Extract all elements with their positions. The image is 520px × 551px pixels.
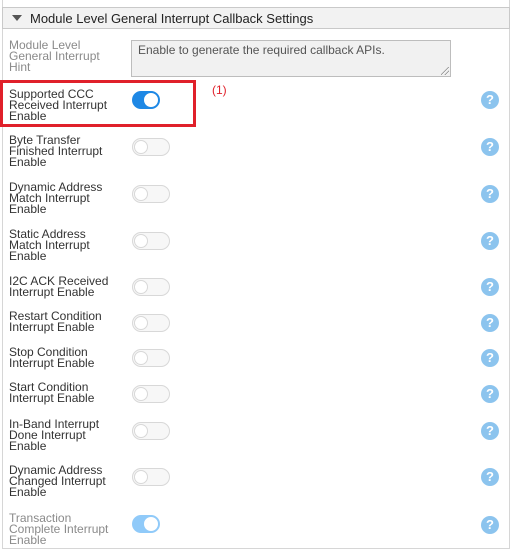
toggle-transaction-complete: [132, 515, 160, 533]
highlight-box: [0, 80, 196, 127]
toggle-knob: [134, 280, 148, 294]
toggle-knob: [134, 387, 148, 401]
hint-label: Module Level General Interrupt Hint: [9, 38, 100, 74]
label-in-band-interrupt-done: In-Band Interrupt Done Interrupt Enable: [9, 417, 100, 453]
toggle-knob: [134, 424, 148, 438]
collapse-caret-icon[interactable]: [12, 15, 22, 21]
help-icon[interactable]: ?: [481, 232, 499, 250]
label-dynamic-address-changed: Dynamic Address Changed Interrupt Enable: [9, 463, 106, 499]
label-i2c-ack-received: I2C ACK Received Interrupt Enable: [9, 274, 109, 299]
help-icon[interactable]: ?: [481, 422, 499, 440]
annotation-marker: (1): [212, 83, 227, 97]
help-icon[interactable]: ?: [481, 91, 499, 109]
hint-textarea[interactable]: Enable to generate the required callback…: [131, 40, 451, 77]
section-title: Module Level General Interrupt Callback …: [30, 10, 314, 26]
help-icon[interactable]: ?: [481, 516, 499, 534]
help-icon[interactable]: ?: [481, 349, 499, 367]
toggle-knob: [134, 316, 148, 330]
hint-text: Enable to generate the required callback…: [138, 43, 385, 57]
help-icon[interactable]: ?: [481, 314, 499, 332]
resize-grip-icon[interactable]: [441, 67, 449, 75]
toggle-restart-condition[interactable]: [132, 314, 170, 332]
toggle-dynamic-address-match[interactable]: [132, 185, 170, 203]
toggle-in-band-interrupt-done[interactable]: [132, 422, 170, 440]
help-icon[interactable]: ?: [481, 468, 499, 486]
toggle-knob: [134, 187, 148, 201]
help-icon[interactable]: ?: [481, 278, 499, 296]
toggle-start-condition[interactable]: [132, 385, 170, 403]
help-icon[interactable]: ?: [481, 385, 499, 403]
help-icon[interactable]: ?: [481, 185, 499, 203]
label-transaction-complete: Transaction Complete Interrupt Enable: [9, 511, 109, 547]
toggle-knob: [134, 140, 148, 154]
toggle-byte-transfer-finished[interactable]: [132, 138, 170, 156]
toggle-dynamic-address-changed[interactable]: [132, 468, 170, 486]
label-static-address-match: Static Address Match Interrupt Enable: [9, 227, 90, 263]
label-stop-condition: Stop Condition Interrupt Enable: [9, 345, 95, 370]
label-byte-transfer-finished: Byte Transfer Finished Interrupt Enable: [9, 133, 103, 169]
section-header[interactable]: Module Level General Interrupt Callback …: [2, 7, 510, 29]
label-dynamic-address-match: Dynamic Address Match Interrupt Enable: [9, 180, 103, 216]
label-start-condition: Start Condition Interrupt Enable: [9, 380, 95, 405]
toggle-stop-condition[interactable]: [132, 349, 170, 367]
toggle-knob: [134, 351, 148, 365]
toggle-static-address-match[interactable]: [132, 232, 170, 250]
toggle-knob: [134, 470, 148, 484]
toggle-knob: [134, 234, 148, 248]
help-icon[interactable]: ?: [481, 138, 499, 156]
toggle-i2c-ack-received[interactable]: [132, 278, 170, 296]
toggle-knob: [144, 517, 158, 531]
label-restart-condition: Restart Condition Interrupt Enable: [9, 309, 102, 334]
